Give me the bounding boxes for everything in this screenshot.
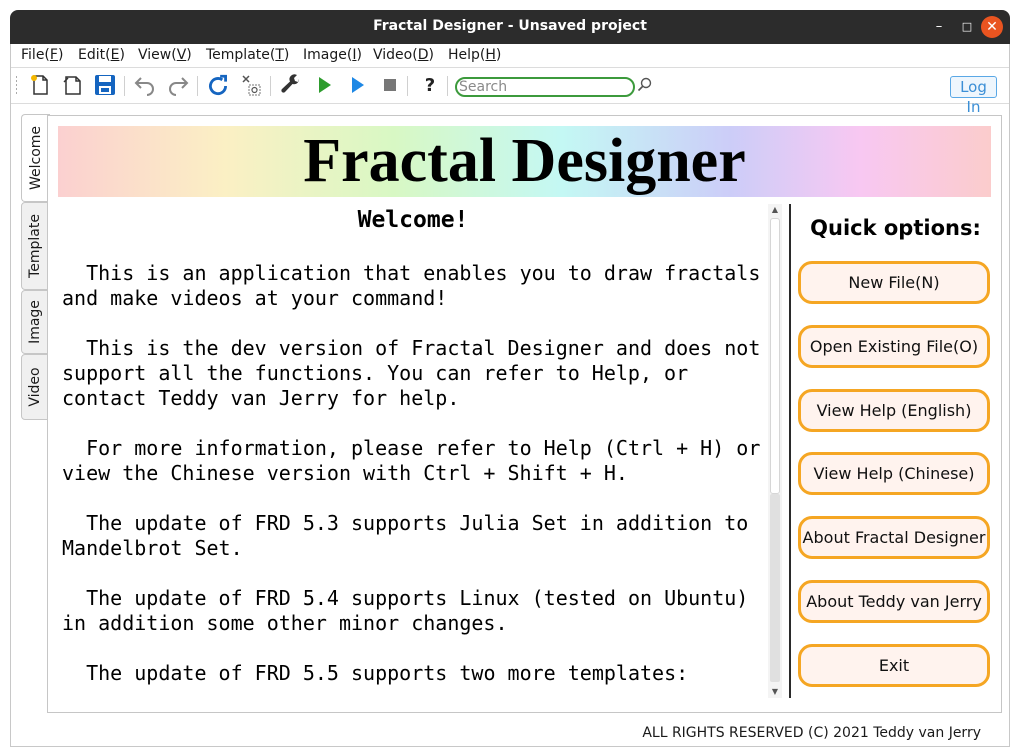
welcome-paragraph: For more information, please refer to He… bbox=[62, 436, 761, 485]
menu-view[interactable]: View(V) bbox=[138, 47, 192, 63]
tab-bar: Welcome Template Image Video bbox=[21, 114, 50, 424]
view-help-english-button[interactable]: View Help (English) bbox=[798, 389, 990, 432]
minimize-button[interactable]: – bbox=[928, 16, 950, 38]
title-bar: Fractal Designer - Unsaved project – □ ✕ bbox=[10, 10, 1010, 44]
search-input[interactable] bbox=[455, 77, 635, 97]
quick-options-title: Quick options: bbox=[810, 216, 981, 240]
exit-button[interactable]: Exit bbox=[798, 644, 990, 687]
tab-image-label: Image bbox=[26, 300, 43, 344]
welcome-panel: Fractal Designer Welcome! This is an app… bbox=[47, 115, 1002, 713]
tab-video-label: Video bbox=[26, 367, 43, 407]
run-next-icon[interactable] bbox=[344, 73, 370, 99]
scroll-down-icon[interactable]: ▼ bbox=[768, 686, 782, 698]
main-window: File(F) Edit(E) View(V) Template(T) Imag… bbox=[10, 44, 1010, 747]
refresh-icon[interactable] bbox=[205, 73, 231, 99]
menu-video[interactable]: Video(D) bbox=[373, 47, 434, 63]
new-file-button[interactable]: New File(N) bbox=[798, 261, 990, 304]
search-icon[interactable] bbox=[637, 77, 653, 97]
welcome-paragraph: The update of FRD 5.5 supports two more … bbox=[62, 661, 689, 685]
redo-icon[interactable] bbox=[165, 73, 191, 99]
save-icon[interactable] bbox=[92, 73, 118, 99]
tab-welcome-label: Welcome bbox=[28, 125, 44, 191]
open-file-icon[interactable] bbox=[60, 73, 86, 99]
open-existing-file-button[interactable]: Open Existing File(O) bbox=[798, 325, 990, 368]
menu-image[interactable]: Image(I) bbox=[303, 47, 362, 63]
toolbar-grip[interactable] bbox=[16, 76, 17, 96]
tab-welcome[interactable]: Welcome bbox=[21, 114, 50, 202]
close-button[interactable]: ✕ bbox=[981, 16, 1003, 38]
tab-image[interactable]: Image bbox=[21, 290, 48, 354]
welcome-paragraph: The update of FRD 5.3 supports Julia Set… bbox=[62, 511, 761, 560]
stop-icon[interactable] bbox=[377, 73, 403, 99]
about-teddy-van-jerry-button[interactable]: About Teddy van Jerry bbox=[798, 580, 990, 623]
login-button[interactable]: Log In bbox=[950, 76, 997, 116]
toolbar: ? Log In bbox=[11, 68, 1009, 116]
settings-wrench-icon[interactable] bbox=[278, 73, 304, 99]
welcome-paragraph: The update of FRD 5.4 supports Linux (te… bbox=[62, 586, 761, 635]
tab-template[interactable]: Template bbox=[21, 202, 48, 290]
welcome-paragraph: This is an application that enables you … bbox=[62, 261, 761, 310]
scroll-up-icon[interactable]: ▲ bbox=[768, 204, 782, 216]
welcome-heading: Welcome! bbox=[357, 207, 469, 233]
menu-help[interactable]: Help(H) bbox=[448, 47, 501, 63]
banner: Fractal Designer bbox=[58, 126, 991, 197]
toolbar-separator bbox=[197, 76, 198, 96]
window-title: Fractal Designer - Unsaved project bbox=[373, 18, 647, 34]
view-help-chinese-button[interactable]: View Help (Chinese) bbox=[798, 452, 990, 495]
menu-file[interactable]: File(F) bbox=[21, 47, 63, 63]
copyright-footer: ALL RIGHTS RESERVED (C) 2021 Teddy van J… bbox=[642, 725, 981, 741]
panel-divider bbox=[789, 204, 791, 698]
scroll-thumb[interactable] bbox=[770, 218, 780, 494]
help-icon[interactable]: ? bbox=[417, 73, 443, 99]
toolbar-separator bbox=[407, 76, 408, 96]
toolbar-separator bbox=[270, 76, 271, 96]
menu-bar: File(F) Edit(E) View(V) Template(T) Imag… bbox=[11, 44, 1009, 68]
toolbar-separator bbox=[124, 76, 125, 96]
tab-video[interactable]: Video bbox=[21, 354, 48, 420]
tab-template-label: Template bbox=[26, 214, 43, 278]
welcome-text-area[interactable]: Welcome! This is an application that ena… bbox=[58, 204, 768, 698]
maximize-button[interactable]: □ bbox=[956, 16, 978, 38]
scroll-track[interactable] bbox=[770, 494, 780, 682]
welcome-paragraph: This is the dev version of Fractal Desig… bbox=[62, 336, 761, 410]
quick-options-panel: Quick options: New File(N) Open Existing… bbox=[793, 204, 998, 698]
text-scrollbar[interactable]: ▲ ▼ bbox=[768, 204, 782, 698]
clear-icon[interactable] bbox=[238, 73, 264, 99]
new-file-icon[interactable] bbox=[27, 73, 53, 99]
banner-title: Fractal Designer bbox=[303, 127, 746, 195]
undo-icon[interactable] bbox=[132, 73, 158, 99]
run-icon[interactable] bbox=[311, 73, 337, 99]
menu-template[interactable]: Template(T) bbox=[206, 47, 289, 63]
menu-edit[interactable]: Edit(E) bbox=[78, 47, 125, 63]
toolbar-separator bbox=[447, 76, 448, 96]
about-fractal-designer-button[interactable]: About Fractal Designer bbox=[798, 516, 990, 559]
